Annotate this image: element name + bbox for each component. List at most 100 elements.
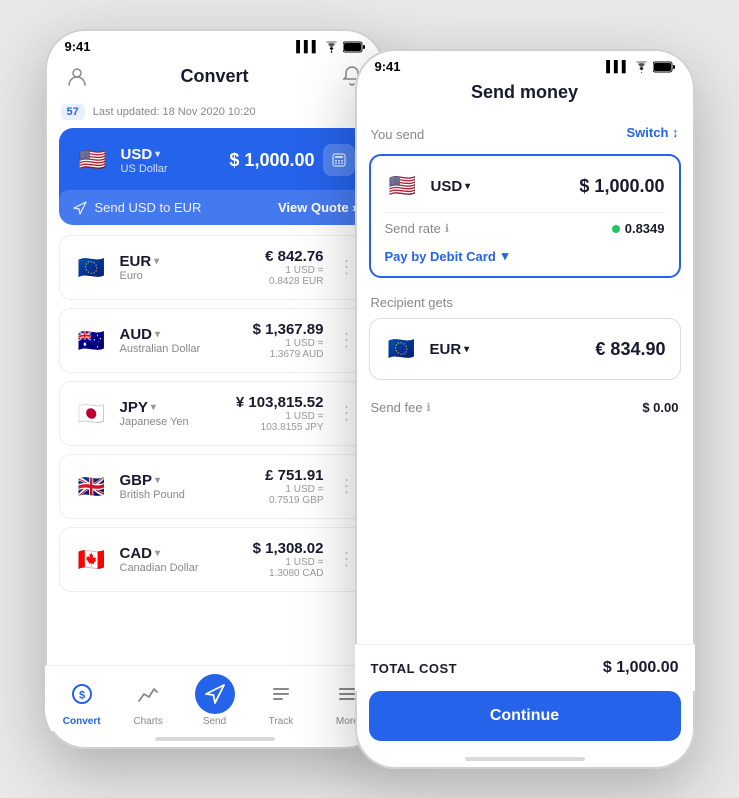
flag-4: 🇨🇦 [74, 542, 110, 578]
currency-name-1: Australian Dollar [120, 343, 201, 355]
total-cost-bar: TOTAL COST $ 1,000.00 [355, 644, 695, 691]
rate-sub-1: 1 USD =1.3679 AUD [253, 338, 324, 360]
three-dots-2[interactable]: ⋮ [338, 403, 356, 424]
three-dots-3[interactable]: ⋮ [338, 476, 356, 497]
flag-3: 🇬🇧 [74, 469, 110, 505]
recipient-code: EUR ▾ [430, 341, 470, 358]
phone-content-right: You send Switch ↕ 🇺🇸 USD ▾ $ 1,000.00 [355, 113, 695, 644]
flag-0: 🇪🇺 [74, 250, 110, 286]
battery-icon [343, 41, 365, 53]
recipient-amount: € 834.90 [595, 339, 665, 360]
three-dots-1[interactable]: ⋮ [338, 330, 356, 351]
currency-left-1: 🇦🇺 AUD ▾ Australian Dollar [74, 323, 201, 359]
three-dots-0[interactable]: ⋮ [338, 257, 356, 278]
currency-name-4: Canadian Dollar [120, 562, 199, 574]
currency-code-2: JPY ▾ [120, 399, 189, 416]
battery-icon-r [653, 61, 675, 73]
svg-text:$: $ [79, 690, 85, 702]
currency-rate-4: $ 1,308.02 1 USD =1.3080 CAD [253, 540, 324, 579]
main-currency-row: 🇺🇸 USD ▾ US Dollar $ 1,000.00 [75, 142, 355, 178]
currency-left-2: 🇯🇵 JPY ▾ Japanese Yen [74, 396, 189, 432]
update-badge: 57 [61, 104, 85, 120]
flag-2: 🇯🇵 [74, 396, 110, 432]
currency-list-item[interactable]: 🇨🇦 CAD ▾ Canadian Dollar $ 1,308.02 1 US… [59, 527, 371, 592]
send-rate-value: 0.8349 [625, 221, 665, 236]
nav-item-track[interactable]: Track [248, 674, 314, 727]
nav-label-convert: Convert [63, 716, 101, 727]
wifi-icon-r [634, 61, 649, 73]
home-indicator-left [155, 737, 275, 741]
pay-method-label: Pay by Debit Card [385, 249, 496, 264]
profile-icon[interactable] [63, 62, 91, 90]
recipient-inner: 🇪🇺 EUR ▾ € 834.90 [384, 331, 666, 367]
recipient-card[interactable]: 🇪🇺 EUR ▾ € 834.90 [369, 318, 681, 380]
you-send-card[interactable]: 🇺🇸 USD ▾ $ 1,000.00 Send rate ℹ [369, 154, 681, 278]
app-header-left: Convert [45, 58, 385, 100]
currency-list-item[interactable]: 🇯🇵 JPY ▾ Japanese Yen ¥ 103,815.52 1 USD… [59, 381, 371, 446]
recipient-flag: 🇪🇺 [384, 331, 420, 367]
rate-amount-4: $ 1,308.02 [253, 540, 324, 557]
pay-method-row[interactable]: Pay by Debit Card ▾ [385, 240, 665, 264]
signal-icon: ▌▌▌ [296, 41, 319, 53]
rate-amount-2: ¥ 103,815.52 [236, 394, 324, 411]
currency-left-0: 🇪🇺 EUR ▾ Euro [74, 250, 160, 286]
you-send-chevron: ▾ [465, 181, 470, 192]
currency-name-3: British Pound [120, 489, 185, 501]
pay-method-chevron: ▾ [502, 248, 509, 264]
nav-label-charts: Charts [133, 716, 162, 727]
currency-code-3: GBP ▾ [120, 472, 185, 489]
three-dots-4[interactable]: ⋮ [338, 549, 356, 570]
you-send-currency-left: 🇺🇸 USD ▾ [385, 168, 471, 204]
flag-1: 🇦🇺 [74, 323, 110, 359]
continue-button[interactable]: Continue [369, 691, 681, 741]
currency-list-item[interactable]: 🇪🇺 EUR ▾ Euro € 842.76 1 USD =0.8428 EUR… [59, 235, 371, 300]
main-currency-code: USD ▾ [121, 146, 168, 163]
currency-left-4: 🇨🇦 CAD ▾ Canadian Dollar [74, 542, 199, 578]
currency-rate-3: £ 751.91 1 USD =0.7519 GBP [265, 467, 323, 506]
currency-code-0: EUR ▾ [120, 253, 160, 270]
currency-list-item[interactable]: 🇦🇺 AUD ▾ Australian Dollar $ 1,367.89 1 … [59, 308, 371, 373]
you-send-amount: $ 1,000.00 [579, 176, 664, 197]
you-send-inner: 🇺🇸 USD ▾ $ 1,000.00 [385, 168, 665, 204]
you-send-flag: 🇺🇸 [385, 168, 421, 204]
main-currency-amount: $ 1,000.00 [229, 150, 314, 171]
currency-name-0: Euro [120, 270, 160, 282]
nav-item-charts[interactable]: Charts [115, 674, 181, 727]
nav-item-send[interactable]: Send [181, 674, 247, 727]
app-header-right: Send money [355, 78, 695, 113]
wifi-icon [324, 41, 339, 53]
status-bar-left: 9:41 ▌▌▌ [45, 29, 385, 58]
currency-code-4: CAD ▾ [120, 545, 199, 562]
currency-rate-1: $ 1,367.89 1 USD =1.3679 AUD [253, 321, 324, 360]
nav-icon-track [261, 674, 301, 714]
send-bar[interactable]: Send USD to EUR View Quote › [59, 190, 371, 225]
send-rate-label: Send rate ℹ [385, 221, 450, 236]
signal-icon-r: ▌▌▌ [606, 61, 629, 73]
phone-convert: 9:41 ▌▌▌ [45, 29, 385, 749]
currency-list-item[interactable]: 🇬🇧 GBP ▾ British Pound £ 751.91 1 USD =0… [59, 454, 371, 519]
app-title-send: Send money [471, 82, 578, 103]
currency-left-3: 🇬🇧 GBP ▾ British Pound [74, 469, 185, 505]
rate-sub-2: 1 USD =103.8155 JPY [236, 411, 324, 433]
total-cost-amount: $ 1,000.00 [603, 659, 679, 677]
nav-icon-convert: $ [62, 674, 102, 714]
you-send-label: You send [371, 127, 425, 142]
rate-sub-4: 1 USD =1.3080 CAD [253, 557, 324, 579]
main-currency-card[interactable]: 🇺🇸 USD ▾ US Dollar $ 1,000.00 [59, 128, 371, 225]
currency-info-3: GBP ▾ British Pound [120, 472, 185, 501]
view-quote-btn[interactable]: View Quote › [278, 200, 357, 215]
send-fee-value: $ 0.00 [642, 400, 678, 415]
nav-label-track: Track [269, 716, 294, 727]
switch-button[interactable]: Switch ↕ [626, 125, 678, 140]
status-time-right: 9:41 [375, 59, 401, 74]
nav-label-send: Send [203, 716, 226, 727]
update-text: Last updated: 18 Nov 2020 10:20 [93, 106, 256, 118]
calculator-icon[interactable] [323, 144, 355, 176]
currency-list: 🇪🇺 EUR ▾ Euro € 842.76 1 USD =0.8428 EUR… [59, 235, 371, 592]
bottom-nav-left: $ Convert Charts Send [45, 665, 385, 731]
rate-amount-0: € 842.76 [265, 248, 323, 265]
you-send-code: USD ▾ [431, 178, 471, 195]
status-icons-left: ▌▌▌ [296, 41, 364, 53]
send-rate-row: Send rate ℹ 0.8349 [385, 212, 665, 240]
nav-item-convert[interactable]: $ Convert [49, 674, 115, 727]
